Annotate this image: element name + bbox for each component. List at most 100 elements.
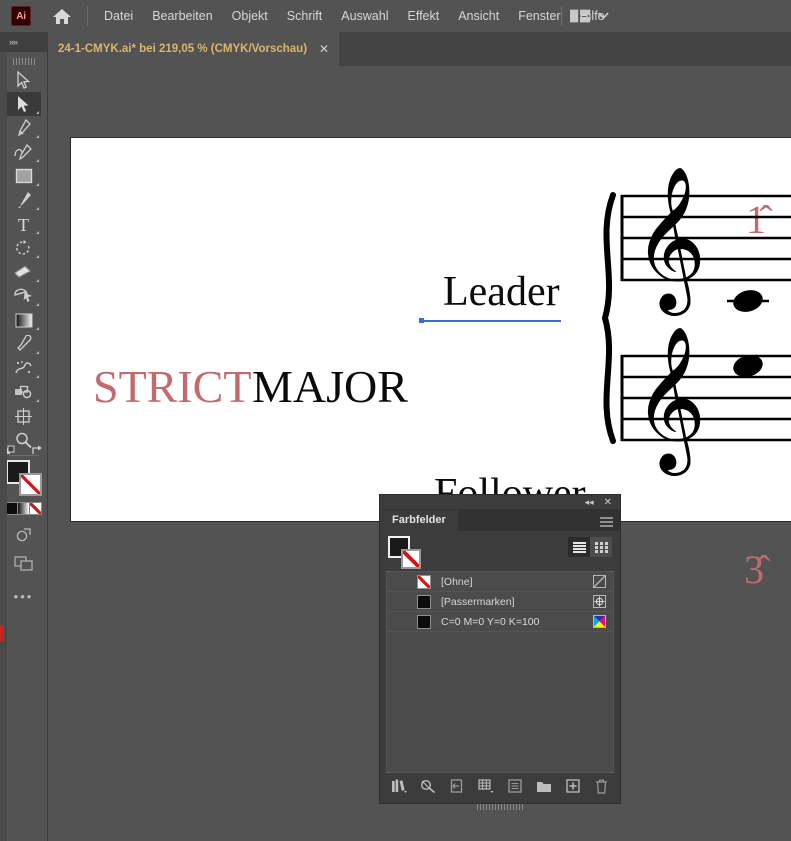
paintbrush-tool[interactable] <box>7 188 41 212</box>
fill-stroke-control[interactable] <box>3 445 42 496</box>
swatch-chip-black <box>417 594 431 609</box>
none-icon <box>593 574 607 589</box>
direct-selection-tool[interactable] <box>6 92 41 116</box>
eraser-tool[interactable] <box>7 260 41 284</box>
add-to-library-button[interactable] <box>449 778 465 794</box>
tools-panel: T ••• <box>0 52 48 841</box>
illustrator-window: Ai Datei Bearbeiten Objekt Schrift Auswa… <box>0 0 791 841</box>
tab-farbfelder[interactable]: Farbfelder <box>380 510 458 531</box>
free-transform-tool[interactable] <box>7 380 41 404</box>
panel-menu-icon[interactable] <box>600 514 613 532</box>
document-tab[interactable]: 24-1-CMYK.ai* bei 219,05 % (CMYK/Vorscha… <box>48 32 340 66</box>
color-mode-buttons <box>5 502 42 515</box>
swatch-row-ohne[interactable]: [Ohne] <box>387 572 613 592</box>
menu-item-fenster[interactable]: Fenster <box>518 0 560 32</box>
menu-item-auswahl[interactable]: Auswahl <box>341 0 388 32</box>
toolbar-left-strip <box>0 52 7 841</box>
menu-items: Datei Bearbeiten Objekt Schrift Auswahl … <box>104 0 605 32</box>
panel-header-row <box>380 531 620 571</box>
swatch-options-grid-button[interactable] <box>477 778 494 794</box>
swatches-panel[interactable]: ◂◂ ✕ Farbfelder [Ohne] [Passermarken] C=… <box>379 494 621 810</box>
music-notation[interactable]: 𝄞 𝄞 <box>591 168 791 528</box>
panel-footer <box>380 775 620 797</box>
new-color-group-button[interactable] <box>536 778 552 794</box>
double-chevron-icon: »» <box>9 37 18 47</box>
menu-item-datei[interactable]: Datei <box>104 0 133 32</box>
arrange-documents-icon[interactable] <box>570 9 590 23</box>
swatch-label: C=0 M=0 Y=0 K=100 <box>441 615 540 628</box>
screen-mode-button[interactable] <box>7 551 41 575</box>
color-button[interactable] <box>5 502 18 515</box>
leader-text-baseline <box>421 320 561 322</box>
curvature-tool[interactable] <box>7 140 41 164</box>
close-icon[interactable]: ✕ <box>604 497 612 508</box>
toolbar-collapse-button[interactable]: »» <box>0 32 48 52</box>
artboard-tool[interactable] <box>7 404 41 428</box>
collapse-icon[interactable]: ◂◂ <box>585 497 594 508</box>
swap-fill-stroke-icon[interactable] <box>31 444 44 462</box>
strict-text[interactable]: STRICT <box>93 360 251 413</box>
menu-item-schrift[interactable]: Schrift <box>287 0 322 32</box>
artboard[interactable]: STRICT MAJOR Leader Follower 1̂ 3̂ <box>70 137 791 590</box>
none-button[interactable] <box>29 502 42 515</box>
app-logo-icon: Ai <box>11 6 31 26</box>
swatch-list[interactable]: [Ohne] [Passermarken] C=0 M=0 Y=0 K=100 <box>386 571 614 773</box>
swatch-label: [Passermarken] <box>441 595 515 608</box>
toolbar-drag-handle[interactable] <box>0 54 47 68</box>
brace-icon <box>601 192 616 444</box>
pen-tool[interactable] <box>7 116 41 140</box>
menu-item-ansicht[interactable]: Ansicht <box>458 0 499 32</box>
scale-degree-3[interactable]: 3̂ <box>744 550 764 590</box>
menu-bar-right <box>561 0 609 32</box>
menu-divider <box>87 6 88 26</box>
close-icon[interactable]: ✕ <box>319 42 329 56</box>
menu-bar: Ai Datei Bearbeiten Objekt Schrift Auswa… <box>0 0 791 32</box>
swatch-row-passermarken[interactable]: [Passermarken] <box>387 592 613 612</box>
edit-toolbar-button[interactable]: ••• <box>0 589 47 604</box>
leader-text[interactable]: Leader <box>443 268 560 316</box>
symbol-sprayer-tool[interactable] <box>7 356 41 380</box>
major-text[interactable]: MAJOR <box>252 360 408 413</box>
new-swatch-button[interactable] <box>565 778 581 794</box>
panel-body: [Ohne] [Passermarken] C=0 M=0 Y=0 K=100 <box>380 531 620 803</box>
flyout-triangle-icon <box>35 111 39 114</box>
cmyk-icon <box>593 614 607 629</box>
panel-title-bar[interactable]: ◂◂ ✕ <box>380 495 620 509</box>
rectangle-tool[interactable] <box>7 164 41 188</box>
swatch-row-cmyk-black[interactable]: C=0 M=0 Y=0 K=100 <box>387 612 613 632</box>
gradient-tool[interactable] <box>7 308 41 332</box>
list-view-button[interactable] <box>568 537 590 557</box>
swatch-chip-none <box>417 574 431 589</box>
svg-text:T: T <box>18 216 29 233</box>
panel-stroke-swatch[interactable] <box>401 549 421 569</box>
registration-icon <box>593 594 607 609</box>
treble-clef-upper: 𝄞 <box>633 169 706 316</box>
drawing-mode-button[interactable] <box>7 523 41 547</box>
selection-tool[interactable] <box>7 68 41 92</box>
type-tool[interactable]: T <box>7 212 41 236</box>
swatch-libraries-button[interactable] <box>391 778 407 794</box>
show-swatch-kinds-button[interactable] <box>420 778 436 794</box>
menu-item-objekt[interactable]: Objekt <box>232 0 268 32</box>
document-tab-bar: 24-1-CMYK.ai* bei 219,05 % (CMYK/Vorscha… <box>0 32 791 66</box>
toolbar-edge-marker <box>0 625 4 641</box>
panel-resize-handle[interactable] <box>380 803 620 811</box>
chevron-down-icon[interactable] <box>598 11 609 22</box>
swatch-options-button[interactable] <box>507 778 523 794</box>
delete-swatch-button[interactable] <box>594 778 610 794</box>
panel-tab-strip: Farbfelder <box>380 509 620 531</box>
document-tab-title: 24-1-CMYK.ai* bei 219,05 % (CMYK/Vorscha… <box>58 43 308 55</box>
whole-note-upper <box>727 290 769 312</box>
grid-view-button[interactable] <box>590 537 612 557</box>
menu-item-effekt[interactable]: Effekt <box>407 0 439 32</box>
eyedropper-tool[interactable] <box>7 332 41 356</box>
shape-builder-tool[interactable] <box>7 284 41 308</box>
stroke-swatch[interactable] <box>18 473 42 496</box>
rotate-tool[interactable] <box>7 236 41 260</box>
gradient-button[interactable] <box>17 502 30 515</box>
swatch-chip-black <box>417 614 431 629</box>
view-mode-buttons <box>568 537 612 557</box>
home-icon[interactable] <box>51 5 73 27</box>
menu-item-bearbeiten[interactable]: Bearbeiten <box>152 0 212 32</box>
leader-text-anchor[interactable] <box>419 318 424 323</box>
